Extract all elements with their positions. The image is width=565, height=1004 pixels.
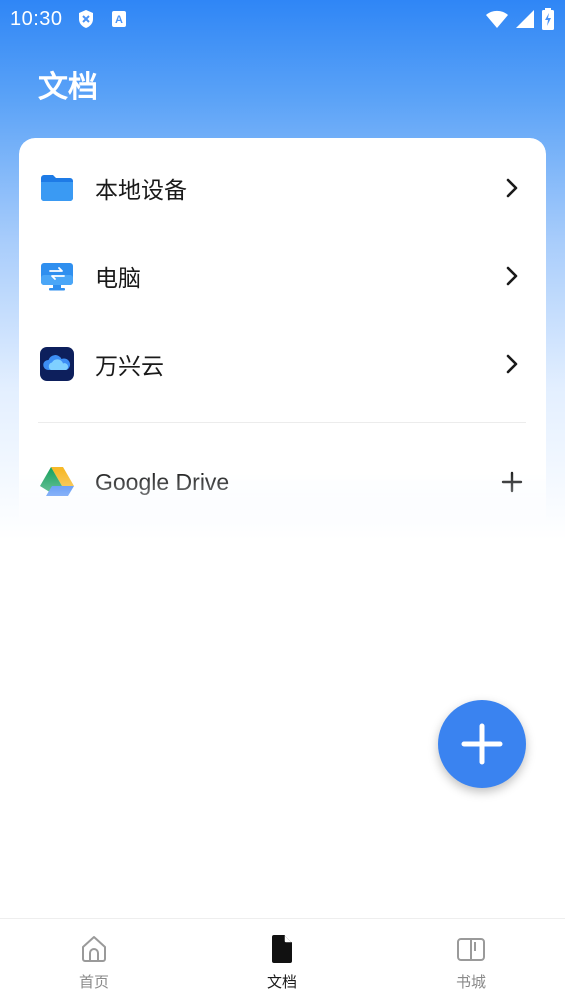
status-bar: 10:30 A <box>0 0 565 38</box>
home-icon <box>82 936 106 962</box>
nav-label: 书城 <box>455 973 486 991</box>
chevron-right-icon <box>506 354 518 374</box>
section-divider <box>38 422 526 423</box>
nav-item-bookstore[interactable]: 书城 <box>431 933 511 992</box>
plus-icon[interactable] <box>500 470 524 494</box>
nav-item-documents[interactable]: 文档 <box>242 933 322 992</box>
plus-icon <box>461 723 503 765</box>
location-item-computer[interactable]: 电脑 <box>19 246 546 306</box>
cloud-service-google-drive[interactable]: Google Drive <box>19 452 546 512</box>
keyboard-a-icon: A <box>111 11 126 27</box>
folder-icon <box>41 175 73 201</box>
computer-icon <box>41 263 73 291</box>
location-item-wondershare-cloud[interactable]: 万兴云 <box>19 334 546 394</box>
chevron-right-icon <box>506 178 518 198</box>
nav-label: 首页 <box>78 973 109 991</box>
page-title: 文档 <box>38 70 98 105</box>
svg-text:A: A <box>115 14 123 26</box>
location-label: 电脑 <box>95 265 141 291</box>
cloud-service-label: Google Drive <box>95 468 230 495</box>
signal-icon <box>516 10 534 28</box>
battery-charging-icon <box>542 8 554 30</box>
nav-label: 文档 <box>266 973 297 991</box>
bottom-nav: 首页 文档 书城 <box>0 918 565 1004</box>
shield-x-icon <box>78 10 93 28</box>
location-label: 本地设备 <box>95 177 187 203</box>
location-item-local-device[interactable]: 本地设备 <box>19 158 546 218</box>
google-drive-icon <box>40 467 74 496</box>
cloud-icon <box>40 347 74 381</box>
wifi-icon <box>486 10 508 28</box>
document-icon <box>272 935 292 963</box>
location-label: 万兴云 <box>95 353 164 379</box>
locations-card: 本地设备 电脑 万兴云 Google Drive <box>19 138 546 538</box>
book-icon <box>457 938 485 961</box>
nav-item-home[interactable]: 首页 <box>54 933 134 992</box>
chevron-right-icon <box>506 266 518 286</box>
add-fab-button[interactable] <box>438 700 526 788</box>
status-time: 10:30 <box>10 7 63 30</box>
